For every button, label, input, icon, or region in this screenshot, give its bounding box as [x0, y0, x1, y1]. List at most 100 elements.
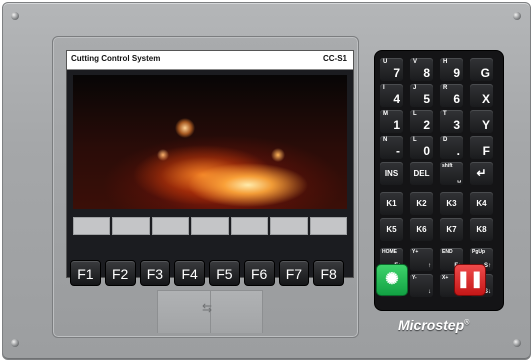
- registered-mark: ®: [464, 319, 470, 327]
- key-main: G: [480, 66, 490, 80]
- key-9[interactable]: H9: [440, 58, 463, 81]
- shift-space-key[interactable]: shift ␣: [440, 162, 463, 185]
- key-main: 9: [453, 66, 460, 80]
- softkey-label-strip: [73, 217, 347, 235]
- function-key-row: F1 F2 F3 F4 F5 F6 F7 F8: [70, 260, 344, 286]
- k7-key[interactable]: K7: [440, 218, 463, 241]
- key-bottom-label: ↓: [428, 289, 431, 295]
- key-y[interactable]: Y: [470, 110, 493, 133]
- key-4[interactable]: I4: [380, 84, 403, 107]
- screw-top-right: [513, 12, 521, 20]
- k5-key[interactable]: K5: [380, 218, 403, 241]
- nav-key-2[interactable]: Y+ ↑: [410, 248, 433, 271]
- key-main: Y: [481, 118, 490, 132]
- key-main: 2: [423, 118, 430, 132]
- key-label: INS: [384, 169, 399, 178]
- softkey-label: [309, 217, 347, 235]
- key-6[interactable]: R6: [440, 84, 463, 107]
- key-top-label: PgUp: [472, 249, 486, 255]
- key-main: 3: [453, 118, 460, 132]
- pause-button[interactable]: ❚❚: [454, 264, 486, 296]
- key-0[interactable]: L0: [410, 136, 433, 159]
- key-label: K7: [446, 225, 457, 234]
- key-sup: R: [443, 85, 448, 91]
- softkey-label: [73, 217, 111, 235]
- key-5[interactable]: J5: [410, 84, 433, 107]
- key-dot[interactable]: D.: [440, 136, 463, 159]
- key-sup: T: [443, 111, 447, 117]
- screen-model: CC-S1: [322, 54, 347, 63]
- screw-top-left: [11, 12, 19, 20]
- usb-icon: ⇆: [202, 301, 213, 315]
- screw-bottom-right: [513, 339, 521, 347]
- k6-key[interactable]: K6: [410, 218, 433, 241]
- key-sup: L: [413, 111, 417, 117]
- screen-title-bar: Cutting Control System CC-S1: [67, 51, 353, 70]
- nav-key-6[interactable]: Y- ↓: [410, 274, 433, 297]
- key-main: 0: [423, 144, 430, 158]
- softkey-label: [270, 217, 308, 235]
- space-icon: ␣: [457, 177, 461, 183]
- key-3[interactable]: T3: [440, 110, 463, 133]
- f1-key[interactable]: F1: [70, 260, 101, 286]
- softkey-label: [230, 217, 269, 235]
- f6-key[interactable]: F6: [243, 260, 275, 286]
- key-main: 4: [393, 92, 400, 106]
- pause-icon: ❚❚: [456, 271, 484, 288]
- screw-bottom-left: [11, 339, 19, 347]
- key-1[interactable]: M1: [380, 110, 403, 133]
- cutting-preview-image: [73, 75, 347, 209]
- key-label: DEL: [413, 169, 430, 178]
- f3-key[interactable]: F3: [139, 260, 171, 286]
- enter-key[interactable]: ↵: [470, 162, 493, 185]
- key-sup: U: [383, 59, 388, 65]
- enter-icon: ↵: [476, 166, 487, 180]
- key-label: K4: [476, 199, 487, 208]
- key-main: 6: [453, 92, 460, 106]
- del-key[interactable]: DEL: [410, 162, 433, 185]
- brand-logo: Microstep®: [398, 317, 469, 333]
- softkey-label: [112, 217, 150, 235]
- f7-key[interactable]: F7: [278, 260, 310, 286]
- key-sup: L: [413, 137, 417, 143]
- key-label: K3: [446, 199, 457, 208]
- key-f[interactable]: F: [470, 136, 493, 159]
- usb-port-cover[interactable]: ⇆: [157, 290, 263, 333]
- key-sup: I: [383, 85, 385, 91]
- f5-key[interactable]: F5: [209, 260, 240, 286]
- key-top-label: X+: [442, 275, 449, 281]
- key-7[interactable]: U7: [380, 58, 403, 81]
- ins-key[interactable]: INS: [380, 162, 403, 185]
- key-minus[interactable]: N-: [380, 136, 403, 159]
- key-top-label: Y-: [412, 275, 417, 281]
- f8-key[interactable]: F8: [313, 260, 344, 286]
- key-main: .: [456, 144, 460, 158]
- key-main: 5: [423, 92, 430, 106]
- key-main: 1: [393, 118, 400, 132]
- key-top-label: Y+: [412, 249, 419, 255]
- f4-key[interactable]: F4: [174, 260, 205, 286]
- k1-key[interactable]: K1: [380, 192, 403, 215]
- start-sparkle-icon: ✺: [385, 271, 399, 288]
- f2-key[interactable]: F2: [104, 260, 136, 286]
- key-x[interactable]: X: [470, 84, 493, 107]
- key-8[interactable]: V8: [410, 58, 433, 81]
- key-label: K6: [416, 225, 427, 234]
- key-label: K5: [386, 225, 397, 234]
- k8-key[interactable]: K8: [470, 218, 493, 241]
- key-label: shift: [442, 163, 453, 169]
- k4-key[interactable]: K4: [470, 192, 493, 215]
- softkey-label: [191, 217, 229, 235]
- key-label: K8: [476, 225, 487, 234]
- key-g[interactable]: G: [470, 58, 493, 81]
- key-label: K1: [386, 199, 397, 208]
- k3-key[interactable]: K3: [440, 192, 463, 215]
- k2-key[interactable]: K2: [410, 192, 433, 215]
- display-screen: Cutting Control System CC-S1: [66, 50, 354, 278]
- start-button[interactable]: ✺: [376, 264, 408, 296]
- key-2[interactable]: L2: [410, 110, 433, 133]
- key-main: -: [396, 144, 400, 158]
- brand-name: Microstep: [398, 317, 465, 333]
- key-top-label: HOME: [382, 249, 397, 255]
- key-label: K2: [416, 199, 427, 208]
